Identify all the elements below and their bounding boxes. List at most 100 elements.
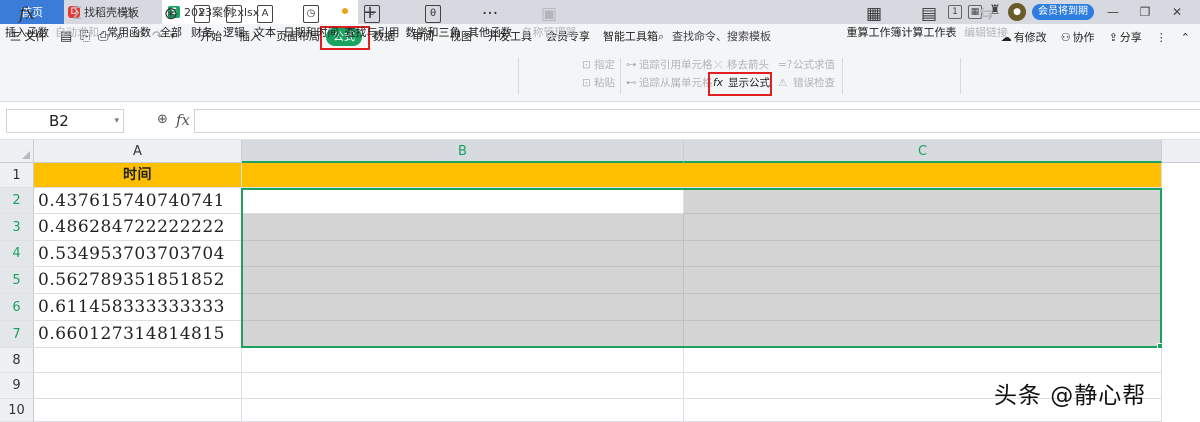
cell-a8[interactable] — [34, 348, 242, 373]
column-header-c[interactable]: C — [684, 140, 1162, 163]
zoom-search-icon[interactable]: ⊕ — [157, 112, 168, 127]
cell-a10[interactable] — [34, 399, 242, 422]
assign-name-button[interactable]: 指定 — [594, 57, 615, 73]
row-header[interactable]: 5 — [0, 267, 34, 294]
cell-a7[interactable]: 0.660127314814815 — [34, 321, 242, 348]
lookup-button[interactable]: ⌕ 查找与引用 — [343, 2, 401, 50]
collapse-icon[interactable]: ⌃ — [1181, 31, 1190, 44]
cell-b4[interactable] — [242, 241, 684, 267]
other-functions-label: 其他函数 — [468, 26, 512, 39]
cell-a2[interactable]: 0.437615740740741 — [34, 188, 242, 214]
cell-c8[interactable] — [684, 348, 1162, 373]
member-badge[interactable]: 会员将到期 — [1032, 4, 1094, 20]
date-time-button[interactable]: ◷ 日期和时间 — [283, 2, 339, 50]
other-functions-button[interactable]: ··· 其他函数 — [465, 2, 515, 50]
cell-c5[interactable] — [684, 267, 1162, 294]
minimize-button[interactable]: — — [1100, 5, 1126, 19]
trace-precedents-icon: ⊶ — [626, 59, 637, 71]
tab-smart-toolbox[interactable]: 智能工具箱 — [603, 24, 658, 50]
logical-button[interactable]: ? 逻辑 — [219, 2, 249, 50]
cell-b6[interactable] — [242, 294, 684, 321]
watermark: 头条 @静心帮 — [994, 383, 1147, 409]
cell-c2[interactable] — [684, 188, 1162, 214]
cell-b5[interactable] — [242, 267, 684, 294]
edit-links-button[interactable]: ⇆ 编辑链接 — [964, 2, 1008, 50]
cell-a9[interactable] — [34, 373, 242, 399]
fx-icon[interactable]: fx — [176, 111, 190, 129]
paste-name-button[interactable]: 粘贴 — [594, 75, 615, 91]
formula-input[interactable] — [194, 109, 1200, 133]
recalc-workbook-button[interactable]: ▦ 重算工作簿 — [846, 2, 902, 50]
row-header[interactable]: 2 — [0, 188, 34, 214]
row-header[interactable]: 9 — [0, 373, 34, 399]
cell-a1-header[interactable]: 时间 — [34, 163, 242, 188]
menu-right: ☁ 有修改 ⚇ 协作 ⇪ 分享 ⋮ ⌃ — [1001, 24, 1190, 50]
name-box[interactable]: B2 ▾ — [6, 109, 124, 133]
theta-icon: θ — [425, 5, 441, 23]
common-functions-button[interactable]: ☆ 常用函数 — [104, 2, 154, 50]
command-search[interactable]: 查找命令、搜索模板 — [672, 24, 771, 50]
restore-button[interactable]: ❐ — [1132, 5, 1158, 19]
cell-c3[interactable] — [684, 214, 1162, 241]
trace-precedents-button[interactable]: 追踪引用单元格 — [639, 57, 713, 73]
insert-function-button[interactable]: fx 插入函数 — [4, 2, 50, 50]
cell-b10[interactable] — [242, 399, 684, 422]
row-header[interactable]: 10 — [0, 399, 34, 422]
cell-a6[interactable]: 0.611458333333333 — [34, 294, 242, 321]
star-icon: ☆ — [121, 4, 137, 24]
clock-icon: ◷ — [303, 5, 319, 23]
text-a-icon: A — [257, 5, 273, 23]
column-header-blank[interactable] — [1162, 140, 1200, 163]
logical-label: 逻辑 — [223, 26, 245, 39]
changes-button[interactable]: 有修改 — [1014, 29, 1047, 45]
column-header-b[interactable]: B — [242, 140, 684, 163]
row-header[interactable]: 8 — [0, 348, 34, 373]
select-all-corner[interactable] — [0, 140, 34, 163]
cell-a4[interactable]: 0.534953703703704 — [34, 241, 242, 267]
cell-b3[interactable] — [242, 214, 684, 241]
cell-b8[interactable] — [242, 348, 684, 373]
calc-sheet-button[interactable]: ▤ 计算工作表 — [902, 2, 957, 50]
financial-button[interactable]: ¥ 财务 — [187, 2, 217, 50]
share-icon: ⇪ — [1108, 30, 1118, 44]
row-header[interactable]: 7 — [0, 321, 34, 348]
remove-arrows-button[interactable]: 移去箭头 — [727, 57, 769, 73]
row-header[interactable]: 3 — [0, 214, 34, 241]
cell-b9[interactable] — [242, 373, 684, 399]
trace-dependents-button[interactable]: 追踪从属单元格 — [639, 75, 713, 91]
autosum-label: 自动求和 — [55, 26, 99, 39]
evaluate-formula-button[interactable]: 公式求值 — [793, 57, 835, 73]
row-header[interactable]: 6 — [0, 294, 34, 321]
math-trig-button[interactable]: θ 数学和三角 — [405, 2, 461, 50]
row-header[interactable]: 4 — [0, 241, 34, 267]
fill-handle[interactable] — [1157, 343, 1163, 349]
cell-c7[interactable] — [684, 321, 1162, 348]
column-header-a[interactable]: A — [34, 140, 242, 163]
row-header[interactable]: 1 — [0, 163, 34, 188]
cell-a3[interactable]: 0.486284722222222 — [34, 214, 242, 241]
name-manager-button[interactable]: ▣ 名称管理器 — [522, 2, 577, 50]
cell-b2-active[interactable] — [242, 188, 684, 214]
formula-bar: B2 ▾ ⊕ fx — [0, 102, 1200, 140]
cell-c6[interactable] — [684, 294, 1162, 321]
collab-button[interactable]: 协作 — [1073, 29, 1095, 45]
error-check-button[interactable]: 错误检查 — [793, 75, 835, 91]
sigma-icon: Σ — [71, 4, 83, 24]
autosum-button[interactable]: Σ 自动求和 — [52, 2, 102, 50]
ribbon-separator — [960, 58, 961, 94]
avatar[interactable]: ● — [1008, 3, 1026, 21]
close-button[interactable]: ✕ — [1164, 5, 1190, 19]
remove-arrows-icon: ⤫ — [714, 59, 723, 71]
share-button[interactable]: 分享 — [1120, 29, 1142, 45]
function-icon: fx — [19, 4, 35, 24]
chevron-down-icon[interactable]: ▾ — [114, 110, 119, 132]
cell-c4[interactable] — [684, 241, 1162, 267]
cell-a5[interactable]: 0.562789351851852 — [34, 267, 242, 294]
more-icon[interactable]: ⋮ — [1156, 31, 1167, 44]
question-icon: ? — [226, 5, 242, 23]
ribbon-separator — [842, 58, 843, 94]
all-functions-button[interactable]: ⊛ 全部 — [156, 2, 186, 50]
text-button[interactable]: A 文本 — [250, 2, 280, 50]
cell-b7[interactable] — [242, 321, 684, 348]
cell-b1-c1[interactable] — [242, 163, 1162, 188]
